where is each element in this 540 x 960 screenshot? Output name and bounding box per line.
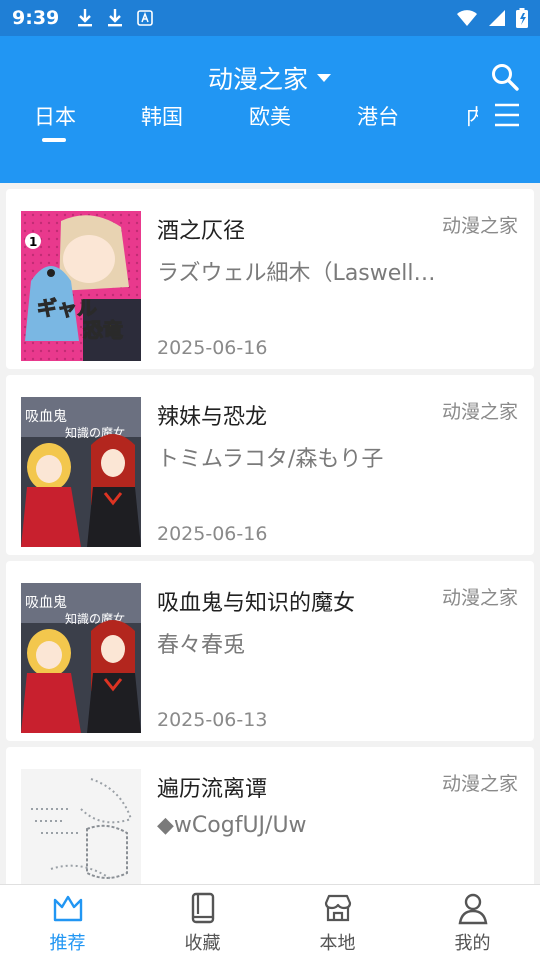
comic-source: 动漫之家 [441, 215, 518, 237]
status-time: 9:39 [12, 7, 60, 29]
store-icon [324, 894, 351, 922]
comic-cover: 吸血鬼 知識の魔女 [21, 583, 141, 733]
nav-recommend[interactable]: 推荐 [0, 885, 135, 960]
comic-source: 动漫之家 [441, 587, 518, 609]
nav-label: 推荐 [49, 933, 86, 954]
bottom-nav: 推荐 收藏 本地 我的 [0, 884, 540, 960]
caret-down-icon [317, 74, 331, 82]
comic-author: 春々春兎 [157, 633, 246, 658]
comic-title: 吸血鬼与知识的魔女 [157, 591, 356, 616]
comic-author: トミムラコタ/森もり子 [157, 447, 384, 472]
comic-author: ◆wCogfUJ/Uw [157, 813, 307, 838]
tab-hk-tw[interactable]: 港台 [357, 101, 399, 131]
svg-text:1: 1 [29, 235, 37, 249]
search-icon[interactable] [490, 62, 520, 92]
comic-date: 2025-06-16 [157, 337, 268, 359]
tab-japan[interactable]: 日本 [34, 101, 76, 131]
comic-card[interactable]: 遍历流离谭 动漫之家 ◆wCogfUJ/Uw [6, 747, 534, 884]
user-icon [458, 893, 487, 925]
nav-profile[interactable]: 我的 [405, 885, 540, 960]
tab-western[interactable]: 欧美 [249, 101, 291, 131]
comic-card[interactable]: ギャル 恐竜 1 酒之仄径 动漫之家 ラズウェル細木（Laswell Hosok… [6, 189, 534, 369]
comic-title: 辣妹与恐龙 [157, 405, 268, 430]
nav-local[interactable]: 本地 [270, 885, 405, 960]
source-selector[interactable]: 动漫之家 [0, 60, 540, 96]
comic-source: 动漫之家 [441, 401, 518, 423]
download-icon [78, 9, 93, 27]
tab-korea[interactable]: 韩国 [141, 101, 183, 131]
comic-date: 2025-06-13 [157, 709, 268, 731]
svg-text:ギャル: ギャル [37, 296, 97, 320]
book-icon [191, 892, 214, 924]
nav-favorites[interactable]: 收藏 [135, 885, 270, 960]
nav-label: 我的 [454, 933, 491, 954]
svg-text:恐竜: 恐竜 [83, 318, 123, 342]
comic-source: 动漫之家 [441, 773, 518, 795]
crown-icon [53, 895, 82, 922]
download-icon [108, 9, 123, 27]
battery-icon [516, 8, 528, 28]
comic-card[interactable]: 吸血鬼 知識の魔女 辣妹与恐龙 动漫之家 トミムラコタ/森もり子 2025-06… [6, 375, 534, 555]
svg-text:吸血鬼: 吸血鬼 [25, 595, 67, 611]
nav-label: 本地 [319, 933, 356, 954]
comic-date: 2025-06-16 [157, 523, 268, 545]
signal-icon [489, 10, 505, 26]
nav-label: 收藏 [184, 933, 221, 954]
svg-text:吸血鬼: 吸血鬼 [25, 409, 67, 425]
wifi-icon [457, 10, 477, 26]
comic-title: 遍历流离谭 [157, 777, 268, 802]
comic-cover [21, 769, 141, 884]
comic-list: ギャル 恐竜 1 酒之仄径 动漫之家 ラズウェル細木（Laswell Hosok… [0, 183, 540, 884]
comic-card[interactable]: 吸血鬼 知識の魔女 吸血鬼与知识的魔女 动漫之家 春々春兎 2025-06-13 [6, 561, 534, 741]
comic-title: 酒之仄径 [157, 219, 246, 244]
menu-icon[interactable] [494, 102, 520, 128]
comic-cover: 吸血鬼 知識の魔女 [21, 397, 141, 547]
category-tabs: 日本 韩国 欧美 港台 内 [0, 96, 478, 140]
status-bar: 9:39 [0, 0, 540, 36]
tab-indicator [42, 138, 66, 142]
tab-mainland[interactable]: 内 [466, 101, 478, 131]
app-title: 动漫之家 [207, 65, 308, 94]
keyboard-a-icon [137, 10, 154, 26]
comic-author: ラズウェル細木（Laswell Hosoki） [157, 261, 437, 286]
comic-cover: ギャル 恐竜 1 [21, 211, 141, 361]
